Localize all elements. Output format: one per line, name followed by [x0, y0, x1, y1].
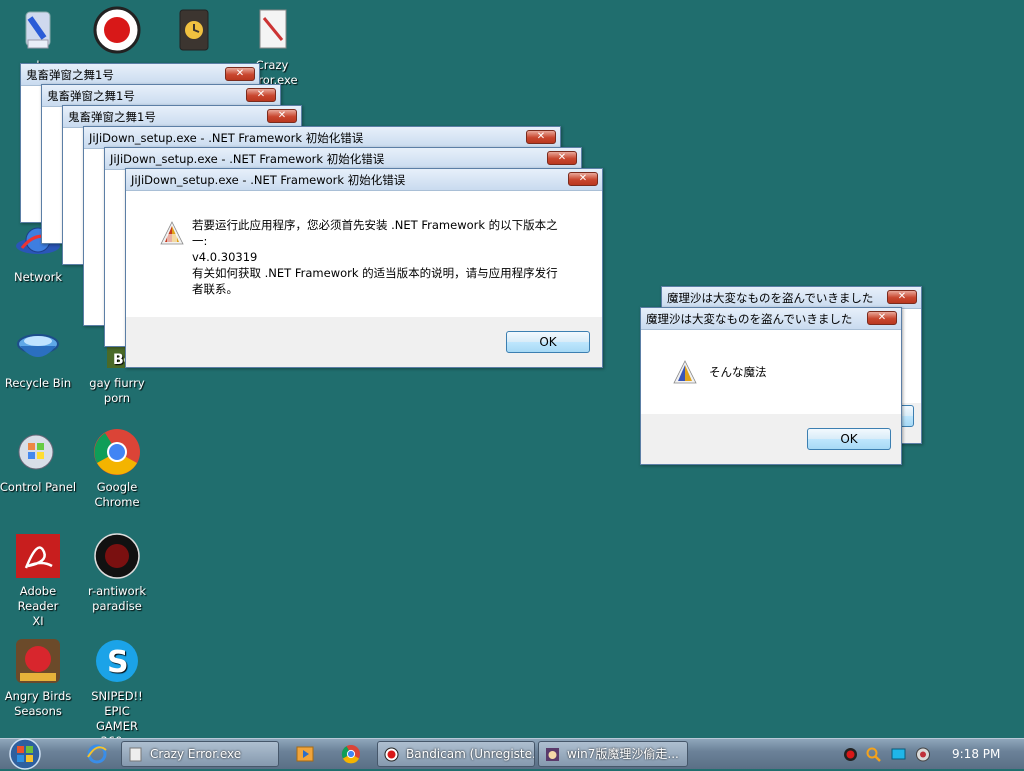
close-button[interactable]: ✕: [568, 172, 598, 186]
title-bar[interactable]: 鬼畜弹窗之舞1号 ✕: [42, 85, 280, 107]
document-icon: [129, 747, 142, 762]
title-bar[interactable]: 鬼畜弹窗之舞1号 ✕: [63, 106, 301, 128]
angry-birds-icon: [14, 637, 62, 685]
desktop-icon-label: Recycle Bin: [4, 376, 72, 390]
desktop-icon-label: Adobe Reader XI: [17, 584, 59, 628]
desktop-icon-label: Google Chrome: [94, 480, 140, 509]
search-tray-icon[interactable]: [866, 747, 881, 762]
taskbar-button-crazy-error[interactable]: Crazy Error.exe: [121, 741, 279, 767]
desktop-icon-label: gay fiurry porn: [89, 376, 145, 405]
chrome-icon: [93, 428, 141, 476]
svg-text:S: S: [107, 645, 129, 680]
title-bar[interactable]: 魔理沙は大変なものを盗んでいきました ✕: [662, 287, 921, 309]
window-title: 鬼畜弹窗之舞1号: [47, 89, 135, 103]
start-orb-icon[interactable]: [6, 737, 44, 771]
title-bar[interactable]: JiJiDown_setup.exe - .NET Framework 初始化错…: [84, 127, 560, 149]
adobe-reader-icon: [14, 532, 62, 580]
desktop-icon-sniped[interactable]: S SNIPED!! EPIC GAMER 360...: [78, 637, 156, 749]
error-message: 若要运行此应用程序，您必须首先安装 .NET Framework 的以下版本之 …: [192, 218, 558, 296]
window-title: JiJiDown_setup.exe - .NET Framework 初始化错…: [89, 131, 364, 145]
monitor-tray-icon[interactable]: [891, 747, 906, 762]
close-button[interactable]: ✕: [526, 130, 556, 144]
desktop-icon-control-panel[interactable]: Control Panel: [0, 428, 77, 495]
media-player-icon[interactable]: [295, 744, 315, 764]
marisa-app-icon: [546, 748, 559, 761]
close-button[interactable]: ✕: [267, 109, 297, 123]
desktop-icon-angry-birds[interactable]: Angry Birds Seasons: [0, 637, 77, 719]
desktop-icon-recycle-bin[interactable]: Recycle Bin: [0, 324, 77, 391]
r-antiwork-icon: [93, 532, 141, 580]
taskbar-button-label: Crazy Error.exe: [150, 747, 242, 761]
desktop-icon-label: Network: [13, 270, 63, 284]
taskbar: Crazy Error.exe Bandicam (Unregiste... w…: [0, 737, 1024, 771]
desktop-icon-label: Angry Birds Seasons: [4, 689, 72, 718]
title-bar[interactable]: 魔理沙は大変なものを盗んでいきました ✕: [641, 308, 901, 330]
window-title: 鬼畜弹窗之舞1号: [68, 110, 156, 124]
recycle-bin-icon: [14, 324, 62, 372]
window-title: 魔理沙は大変なものを盗んでいきました: [646, 312, 853, 326]
taskbar-button-bandicam[interactable]: Bandicam (Unregiste...: [377, 741, 535, 767]
internet-explorer-icon[interactable]: [87, 744, 107, 764]
dialog-jijidown-main[interactable]: JiJiDown_setup.exe - .NET Framework 初始化错…: [125, 168, 603, 368]
window-title: 魔理沙は大変なものを盗んでいきました: [667, 291, 874, 305]
brush-app-icon: [14, 6, 62, 54]
title-bar[interactable]: JiJiDown_setup.exe - .NET Framework 初始化错…: [105, 148, 581, 170]
volume-tray-icon[interactable]: [915, 747, 931, 762]
close-button[interactable]: ✕: [246, 88, 276, 102]
desktop-icon-label: Control Panel: [0, 480, 77, 494]
window-title: 鬼畜弹窗之舞1号: [26, 68, 114, 82]
desktop-icon-adobe-reader[interactable]: Adobe Reader XI: [0, 532, 77, 629]
title-bar[interactable]: 鬼畜弹窗之舞1号 ✕: [21, 64, 259, 86]
control-panel-icon: [14, 428, 62, 476]
close-button[interactable]: ✕: [887, 290, 917, 304]
ok-button[interactable]: OK: [807, 428, 891, 450]
chrome-icon[interactable]: [341, 744, 361, 764]
dialog-message: そんな魔法: [709, 365, 767, 379]
record-icon: [93, 6, 141, 54]
desktop-icon-label: r-antiwork paradise: [87, 584, 146, 613]
close-button[interactable]: ✕: [225, 67, 255, 81]
taskbar-button-label: Bandicam (Unregiste...: [406, 747, 535, 761]
desktop-icon-bandicam[interactable]: [78, 6, 156, 58]
app-warning-icon: [160, 221, 184, 245]
taskbar-button-marisa[interactable]: win7版魔理沙偷走...: [538, 741, 688, 767]
record-icon: [384, 747, 399, 762]
dialog-marisa-front[interactable]: 魔理沙は大変なものを盗んでいきました ✕ そんな魔法 OK: [640, 307, 902, 465]
window-title: JiJiDown_setup.exe - .NET Framework 初始化错…: [110, 152, 385, 166]
desktop-icon-r-antiwork[interactable]: r-antiwork paradise: [78, 532, 156, 614]
document-icon: [248, 6, 296, 54]
app-warning-icon: [673, 360, 697, 384]
ok-button[interactable]: OK: [506, 331, 590, 353]
desktop-icon-clock-app[interactable]: [155, 6, 233, 58]
desktop-icon-google-chrome[interactable]: Google Chrome: [78, 428, 156, 510]
close-button[interactable]: ✕: [547, 151, 577, 165]
window-title: JiJiDown_setup.exe - .NET Framework 初始化错…: [131, 173, 406, 187]
close-button[interactable]: ✕: [867, 311, 897, 325]
title-bar[interactable]: JiJiDown_setup.exe - .NET Framework 初始化错…: [126, 169, 602, 191]
bandicam-tray-icon[interactable]: [843, 747, 858, 762]
skype-icon: S: [93, 637, 141, 685]
clock-card-icon: [170, 6, 218, 54]
taskbar-button-label: win7版魔理沙偷走...: [567, 747, 679, 761]
clock[interactable]: 9:18 PM: [952, 747, 1000, 761]
